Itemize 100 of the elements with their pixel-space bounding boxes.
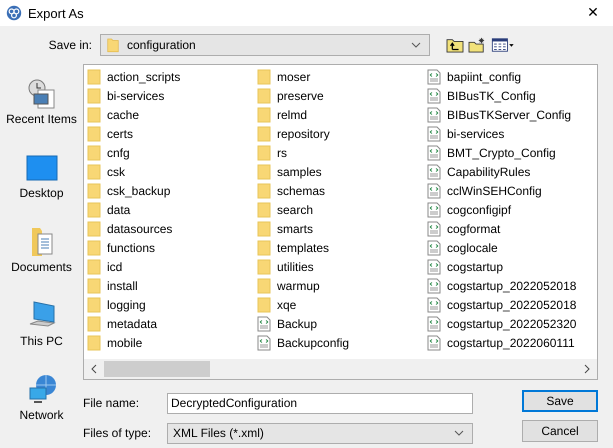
place-item[interactable]: Desktop <box>0 152 83 226</box>
window-title: Export As <box>28 6 84 20</box>
file-item[interactable]: datasources <box>87 219 257 238</box>
file-item[interactable]: samples <box>257 162 427 181</box>
folder-icon <box>87 296 101 312</box>
app-logo-icon <box>6 5 22 21</box>
file-item[interactable]: smarts <box>257 219 427 238</box>
file-item[interactable]: rs <box>257 143 427 162</box>
new-folder-icon[interactable] <box>468 37 486 53</box>
cancel-button[interactable]: Cancel <box>522 420 598 442</box>
scroll-right-icon[interactable] <box>583 364 591 374</box>
file-item[interactable]: icd <box>87 257 257 276</box>
place-item[interactable]: Documents <box>0 226 83 300</box>
file-item[interactable]: xqe <box>257 295 427 314</box>
file-item[interactable]: mobile <box>87 333 257 352</box>
scroll-left-icon[interactable] <box>90 364 98 374</box>
file-item[interactable]: schemas <box>257 181 427 200</box>
folder-icon <box>87 126 101 142</box>
file-item[interactable]: bi-services <box>87 86 257 105</box>
xml-file-icon <box>257 316 271 332</box>
file-item[interactable]: cogstartup_2022052018 <box>427 276 597 295</box>
file-item[interactable]: certs <box>87 124 257 143</box>
chevron-down-icon <box>454 430 464 436</box>
file-item[interactable]: CapabilityRules <box>427 162 597 181</box>
xml-file-icon <box>427 164 441 180</box>
file-type-label: Files of type: <box>83 426 152 440</box>
chevron-down-icon <box>411 42 421 48</box>
close-button[interactable]: ✕ <box>573 0 613 26</box>
file-item[interactable]: utilities <box>257 257 427 276</box>
up-folder-icon[interactable] <box>446 37 464 53</box>
xml-file-icon <box>427 106 441 122</box>
file-item[interactable]: action_scripts <box>87 67 257 86</box>
file-item[interactable]: templates <box>257 238 427 257</box>
file-item[interactable]: bapiint_config <box>427 67 597 86</box>
folder-icon <box>257 202 271 218</box>
save-button[interactable]: Save <box>522 390 598 412</box>
folder-icon <box>257 220 271 236</box>
file-item[interactable]: install <box>87 276 257 295</box>
file-item[interactable]: warmup <box>257 276 427 295</box>
file-item[interactable]: Backup <box>257 314 427 333</box>
file-item[interactable]: functions <box>87 238 257 257</box>
xml-file-icon <box>427 278 441 294</box>
folder-icon <box>257 106 271 122</box>
file-item[interactable]: BMT_Crypto_Config <box>427 143 597 162</box>
file-item[interactable]: cache <box>87 105 257 124</box>
file-item[interactable]: coglocale <box>427 238 597 257</box>
folder-icon <box>87 202 101 218</box>
save-in-label: Save in: <box>48 38 93 52</box>
place-item[interactable]: This PC <box>0 300 83 374</box>
file-item[interactable]: BIBusTKServer_Config <box>427 105 597 124</box>
folder-icon <box>257 144 271 160</box>
file-item[interactable]: logging <box>87 295 257 314</box>
file-item[interactable]: repository <box>257 124 427 143</box>
file-type-dropdown[interactable]: XML Files (*.xml) <box>167 422 473 444</box>
folder-icon <box>107 37 119 53</box>
folder-icon <box>257 88 271 104</box>
file-item[interactable]: csk_backup <box>87 181 257 200</box>
file-item[interactable]: cogconfigipf <box>427 200 597 219</box>
file-item[interactable]: csk <box>87 162 257 181</box>
folder-icon <box>257 126 271 142</box>
xml-file-icon <box>427 258 441 274</box>
file-item[interactable]: BIBusTK_Config <box>427 86 597 105</box>
file-item[interactable]: preserve <box>257 86 427 105</box>
folder-icon <box>257 258 271 274</box>
file-item[interactable]: cogformat <box>427 219 597 238</box>
file-item[interactable]: cclWinSEHConfig <box>427 181 597 200</box>
file-item[interactable]: metadata <box>87 314 257 333</box>
folder-icon <box>87 240 101 256</box>
xml-file-icon <box>427 316 441 332</box>
folder-icon <box>87 278 101 294</box>
xml-file-icon <box>427 296 441 312</box>
folder-icon <box>87 106 101 122</box>
file-item[interactable]: moser <box>257 67 427 86</box>
folder-icon <box>87 182 101 198</box>
file-item[interactable]: search <box>257 200 427 219</box>
file-item[interactable]: relmd <box>257 105 427 124</box>
save-in-dropdown[interactable]: configuration <box>100 34 430 56</box>
view-menu-icon[interactable] <box>490 37 516 53</box>
place-item[interactable]: Network <box>0 374 83 448</box>
folder-icon <box>87 88 101 104</box>
xml-file-icon <box>427 144 441 160</box>
folder-icon <box>87 144 101 160</box>
folder-icon <box>87 220 101 236</box>
horizontal-scrollbar[interactable] <box>84 359 597 379</box>
file-item[interactable]: cogstartup_2022060111 <box>427 333 597 352</box>
folder-icon <box>257 278 271 294</box>
folder-icon <box>257 296 271 312</box>
file-item[interactable]: cogstartup_2022052018 <box>427 295 597 314</box>
file-item[interactable]: bi-services <box>427 124 597 143</box>
file-item[interactable]: cogstartup_2022052320 <box>427 314 597 333</box>
xml-file-icon <box>427 334 441 350</box>
place-item[interactable]: Recent Items <box>0 78 83 152</box>
xml-file-icon <box>427 88 441 104</box>
file-item[interactable]: data <box>87 200 257 219</box>
xml-file-icon <box>427 182 441 198</box>
folder-icon <box>87 68 101 84</box>
file-item[interactable]: Backupconfig <box>257 333 427 352</box>
file-item[interactable]: cnfg <box>87 143 257 162</box>
file-item[interactable]: cogstartup <box>427 257 597 276</box>
file-name-field[interactable]: DecryptedConfiguration <box>167 392 473 414</box>
